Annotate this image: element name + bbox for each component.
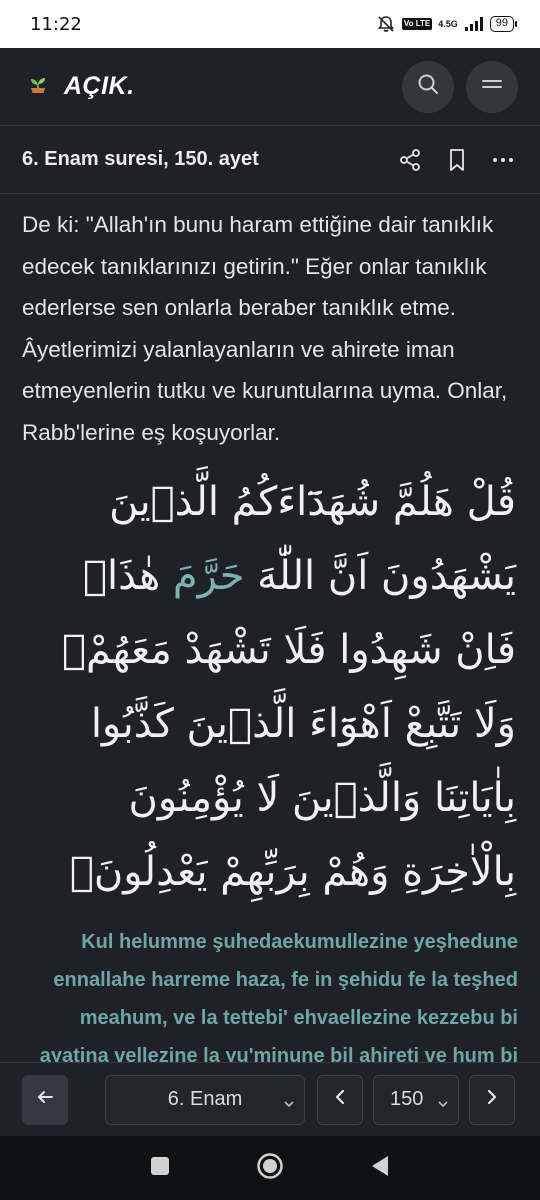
home-icon[interactable]	[256, 1152, 284, 1185]
back-nav-icon[interactable]	[370, 1155, 390, 1182]
previous-ayah-button[interactable]	[317, 1074, 363, 1125]
verse-arabic: قُلْ هَلُمَّ شُهَدَٓاءَكُمُ الَّذ۪ينَ يَ…	[22, 465, 518, 909]
logo-text: AÇIK.	[64, 72, 135, 100]
arrow-left-icon	[35, 1087, 55, 1113]
verse-transliteration: Kul helumme şuhedaekumullezine yeşhedune…	[39, 931, 518, 1062]
sura-select-value: 6. Enam	[167, 1088, 243, 1110]
back-button[interactable]	[22, 1074, 68, 1125]
sura-select[interactable]: 6. Enam	[105, 1074, 305, 1125]
verse-translation: De ki: "Allah'ın bunu haram ettiğine dai…	[22, 212, 508, 445]
logo[interactable]: AÇIK.	[26, 72, 135, 101]
chevron-down-icon	[436, 1094, 450, 1117]
ayah-select[interactable]: 150	[373, 1074, 459, 1125]
arabic-text-continued: هٰذَاۚ فَاِنْ شَهِدُوا فَلَا تَشْهَدْ مَ…	[62, 553, 516, 895]
system-navigation-bar	[0, 1136, 540, 1200]
network-speed: 4.5G	[438, 18, 458, 29]
share-icon[interactable]	[398, 148, 422, 172]
app-header: AÇIK.	[0, 48, 540, 126]
chevron-down-icon	[282, 1094, 296, 1117]
more-icon[interactable]	[492, 156, 514, 164]
status-time: 11:22	[30, 13, 82, 35]
search-button[interactable]	[402, 60, 454, 113]
bottom-navigation: 6. Enam 150	[0, 1062, 540, 1136]
status-bar: 11:22 Vo LTE 4.5G 99	[0, 0, 540, 48]
ayah-select-value: 150	[390, 1088, 424, 1110]
bookmark-icon[interactable]	[446, 148, 468, 172]
recent-apps-icon[interactable]	[150, 1156, 170, 1181]
battery-indicator: 99	[489, 16, 518, 32]
volte-badge: Vo LTE	[401, 18, 433, 30]
next-ayah-button[interactable]	[469, 1074, 515, 1125]
page-title: 6. Enam suresi, 150. ayet	[22, 148, 259, 170]
chevron-left-icon	[332, 1088, 348, 1112]
title-bar: 6. Enam suresi, 150. ayet	[0, 126, 540, 194]
menu-button[interactable]	[466, 60, 518, 113]
verse-content[interactable]: De ki: "Allah'ın bunu haram ettiğine dai…	[0, 194, 540, 1062]
signal-icon	[464, 16, 484, 32]
search-icon	[416, 72, 440, 101]
status-icons: Vo LTE 4.5G 99	[376, 14, 518, 34]
chevron-right-icon	[484, 1088, 500, 1112]
sprout-icon	[26, 72, 50, 101]
mute-notification-icon	[376, 14, 396, 34]
menu-icon	[481, 76, 503, 97]
arabic-highlight-word: حَرَّمَ	[172, 553, 245, 599]
